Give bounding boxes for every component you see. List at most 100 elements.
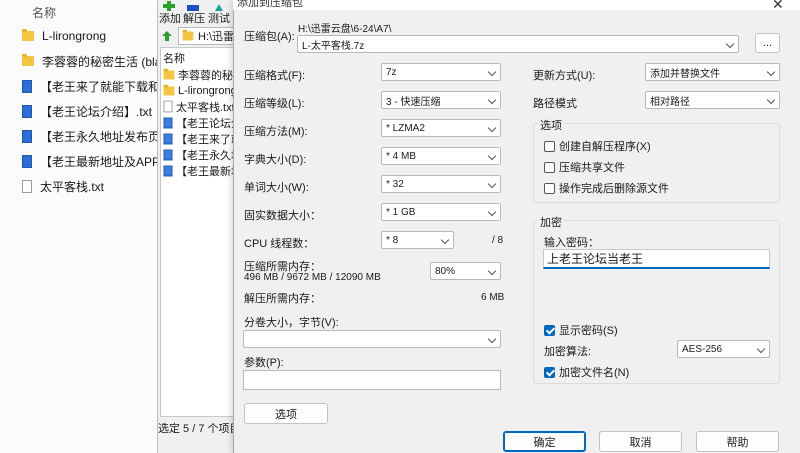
show-password-label: 显示密码(S) [559,325,618,337]
update-value: 添加并替换文件 [650,68,720,80]
checkbox-checked-icon [544,324,555,336]
mem-percent-select[interactable]: 80% [430,262,501,280]
word-label: 单词大小(W): [244,182,309,194]
extract-button[interactable]: 解压 [183,10,205,26]
enc-method-value: AES-256 [682,343,723,355]
word-doc-icon [163,133,173,144]
zip-list-item[interactable]: 【老王永久地 [163,147,242,162]
method-label: 压缩方法(M): [244,126,308,138]
zip-list-item[interactable]: 太平客栈.txt [163,99,235,114]
chevron-down-icon [766,95,776,105]
cpu-value: * 8 [386,234,399,246]
level-label: 压缩等级(L): [244,98,305,110]
chevron-down-icon [440,235,450,245]
mem-percent-value: 80% [435,265,456,277]
zip-list-item[interactable]: L-lirongrong [163,83,237,98]
zip-item-label: L-lirongrong [178,84,237,97]
solid-select[interactable]: * 1 GB [381,203,501,221]
sfx-checkbox[interactable]: 创建自解压程序(X) [544,138,651,154]
word-doc-icon [163,165,173,176]
explorer-column-name[interactable]: 名称 [32,4,56,21]
test-icon[interactable] [213,0,227,11]
path-mode-select[interactable]: 相对路径 [645,91,780,109]
show-password-checkbox[interactable]: 显示密码(S) [544,322,618,338]
checkbox-icon [544,140,555,152]
split-label: 分卷大小，字节(V): [244,317,339,329]
archive-name-value: L-太平客栈.7z [302,40,365,52]
format-value: 7z [386,66,397,78]
method-select[interactable]: * LZMA2 [381,119,501,137]
explorer-item[interactable]: 【老王论坛介绍】.txt [22,101,152,121]
format-label: 压缩格式(F): [244,70,306,82]
chevron-down-icon [766,67,776,77]
level-value: 3 - 快速压缩 [386,96,441,108]
cpu-select[interactable]: * 8 [381,231,454,249]
word-doc-icon [22,154,32,168]
cpu-label: CPU 线程数： [244,238,315,250]
zip-file-list: 名称 李蓉蓉的秘密 L-lirongrong 太平客栈.txt 【老王论坛介 【… [160,47,244,417]
update-select[interactable]: 添加并替换文件 [645,63,780,81]
chevron-down-icon [487,123,497,133]
mem-decompress-value: 6 MB [481,292,505,303]
solid-value: * 1 GB [386,206,416,218]
cpu-total: / 8 [492,235,504,246]
test-button[interactable]: 测试 [208,10,230,26]
extract-icon[interactable] [187,0,201,11]
zip-list-item[interactable]: 【老王来了就 [163,131,242,146]
chevron-down-icon [487,207,497,217]
zip-item-label: 太平客栈.txt [176,101,235,114]
help-button[interactable]: 帮助 [696,431,779,452]
folder-icon [182,29,194,41]
dialog-titlebar[interactable]: 添加到压缩包 [233,0,800,10]
close-icon[interactable]: ✕ [772,0,784,13]
params-input[interactable] [243,370,501,390]
explorer-item-label: L-lirongrong [42,29,107,43]
update-label: 更新方式(U): [533,70,596,82]
explorer-item[interactable]: L-lirongrong [22,26,106,46]
chevron-down-icon [725,39,735,49]
enc-method-select[interactable]: AES-256 [677,340,770,358]
checkbox-icon [544,161,555,173]
word-select[interactable]: * 32 [381,175,501,193]
format-select[interactable]: 7z [381,63,501,81]
explorer-item[interactable]: 【老王永久地址发布页】.t [22,126,179,146]
zip-address-bar[interactable]: H:\迅雷 [178,27,237,45]
up-folder-icon[interactable] [161,30,173,45]
text-file-icon [22,179,32,193]
word-doc-icon [163,149,173,160]
options-button[interactable]: 选项 [244,403,328,424]
word-doc-icon [163,117,173,128]
explorer-item[interactable]: 太平客栈.txt [22,176,104,196]
folder-icon [22,29,34,41]
zip-list-header[interactable]: 名称 [163,50,185,65]
chevron-down-icon [487,95,497,105]
zip-toolbar: 添加 解压 测试 [157,0,237,26]
encryption-group-title: 加密 [538,214,564,230]
archive-name-combo[interactable]: L-太平客栈.7z [297,35,739,53]
explorer-item-label: 太平客栈.txt [40,179,105,194]
level-select[interactable]: 3 - 快速压缩 [381,91,501,109]
add-button[interactable]: 添加 [159,10,181,26]
ok-button[interactable]: 确定 [503,431,586,452]
cancel-button[interactable]: 取消 [599,431,682,452]
shared-checkbox[interactable]: 压缩共享文件 [544,159,625,175]
zip-list-item[interactable]: 【老王论坛介 [163,115,242,130]
dict-select[interactable]: * 4 MB [381,147,501,165]
zip-list-item[interactable]: 李蓉蓉的秘密 [163,67,244,82]
browse-button[interactable]: ... [755,33,780,53]
password-input[interactable]: 上老王论坛当老王 [543,249,770,269]
text-file-icon [163,100,173,113]
checkbox-icon [544,182,555,194]
split-select[interactable] [243,330,501,348]
zip-status-bar: 选定 5 / 7 个项目 [158,423,241,435]
chevron-down-icon [487,334,497,344]
path-mode-label: 路径模式 [533,98,577,110]
encrypt-names-checkbox[interactable]: 加密文件名(N) [544,364,629,380]
delete-source-checkbox[interactable]: 操作完成后删除源文件 [544,180,669,196]
word-doc-icon [22,104,32,118]
zip-list-item[interactable]: 【老王最新地 [163,163,242,178]
delete-source-label: 操作完成后删除源文件 [559,183,669,195]
word-doc-icon [22,79,32,93]
folder-icon [163,68,175,79]
add-icon[interactable] [163,0,177,11]
